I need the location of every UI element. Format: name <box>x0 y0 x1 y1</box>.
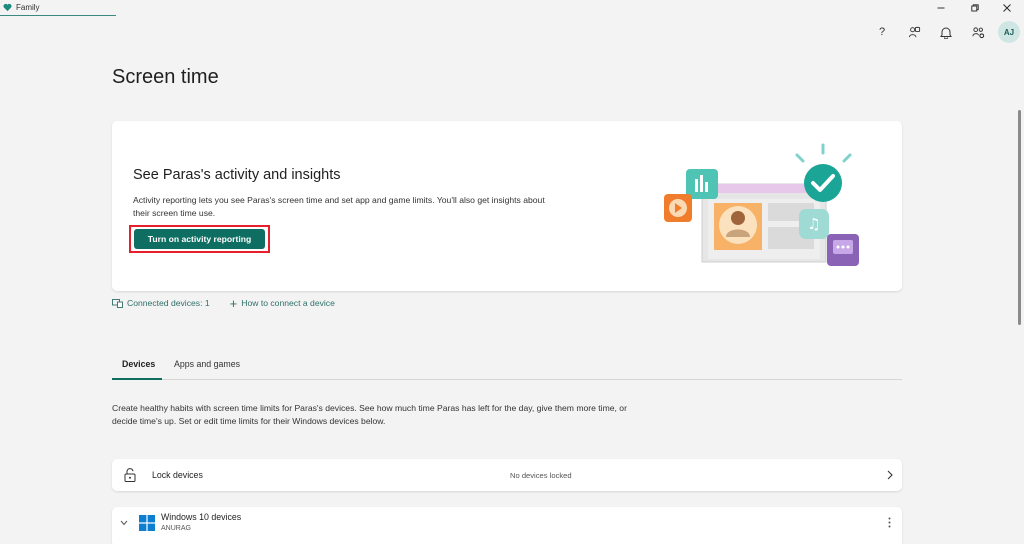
title-bar: Family <box>0 0 1024 16</box>
windows-device-name: ANURAG <box>161 525 191 532</box>
notifications-button[interactable] <box>930 22 962 42</box>
hero-title: See Paras's activity and insights <box>133 167 341 183</box>
connected-devices-label: Connected devices: 1 <box>127 298 210 308</box>
windows-logo-icon <box>139 515 155 531</box>
family-heart-icon <box>3 3 12 12</box>
tab-apps-and-games[interactable]: Apps and games <box>174 359 240 369</box>
more-options-icon[interactable] <box>888 517 891 528</box>
close-button[interactable] <box>992 0 1022 16</box>
chevron-right-icon[interactable] <box>886 470 894 480</box>
svg-text:♫: ♫ <box>807 215 820 233</box>
notification-bell-icon <box>940 27 952 39</box>
app-title: Family <box>16 3 40 12</box>
help-icon: ? <box>878 26 886 38</box>
settings-people-icon <box>971 26 984 38</box>
lock-devices-row[interactable]: Lock devices No devices locked <box>112 459 902 491</box>
avatar[interactable]: AJ <box>998 21 1020 43</box>
tab-devices[interactable]: Devices <box>122 359 155 369</box>
minimize-icon <box>937 7 945 9</box>
lock-devices-status: No devices locked <box>510 470 572 480</box>
family-settings-button[interactable] <box>962 22 994 42</box>
restore-button[interactable] <box>960 0 990 16</box>
help-button[interactable]: ? <box>866 22 898 42</box>
scrollbar-thumb[interactable] <box>1018 110 1021 325</box>
activity-reporting-card: See Paras's activity and insights Activi… <box>112 121 902 291</box>
restore-icon <box>971 4 979 12</box>
family-members-icon <box>908 26 920 37</box>
page-title: Screen time <box>112 66 219 88</box>
close-icon <box>1003 4 1011 12</box>
how-to-connect-label: How to connect a device <box>241 298 335 308</box>
how-to-connect-link[interactable]: + How to connect a device <box>229 295 335 311</box>
devices-description: Create healthy habits with screen time l… <box>112 403 627 426</box>
check-circle <box>804 164 842 202</box>
chevron-down-icon[interactable] <box>120 520 128 526</box>
active-tab-indicator <box>112 378 162 380</box>
lock-icon <box>124 468 136 482</box>
devices-icon <box>112 298 123 308</box>
turn-on-activity-reporting-button[interactable]: Turn on activity reporting <box>134 229 265 249</box>
tab-bar: Devices Apps and games <box>112 356 902 380</box>
hero-description: Activity reporting lets you see Paras's … <box>133 195 545 218</box>
minimize-button[interactable] <box>926 0 956 16</box>
app-tab[interactable]: Family <box>0 0 116 16</box>
sparkle-rays <box>795 143 852 163</box>
device-links: Connected devices: 1 + How to connect a … <box>112 295 335 311</box>
windows-devices-text: Windows 10 devices ANURAG <box>161 512 241 532</box>
lock-devices-label: Lock devices <box>152 470 203 480</box>
header-toolbar: ? AJ <box>866 21 1024 43</box>
activity-illustration: ♫ <box>664 143 859 266</box>
family-members-button[interactable] <box>898 22 930 42</box>
connected-devices-link[interactable]: Connected devices: 1 <box>112 298 210 308</box>
windows-devices-label: Windows 10 devices <box>161 512 242 522</box>
plus-icon: + <box>229 295 238 311</box>
windows-devices-row[interactable]: Windows 10 devices ANURAG <box>112 507 902 544</box>
